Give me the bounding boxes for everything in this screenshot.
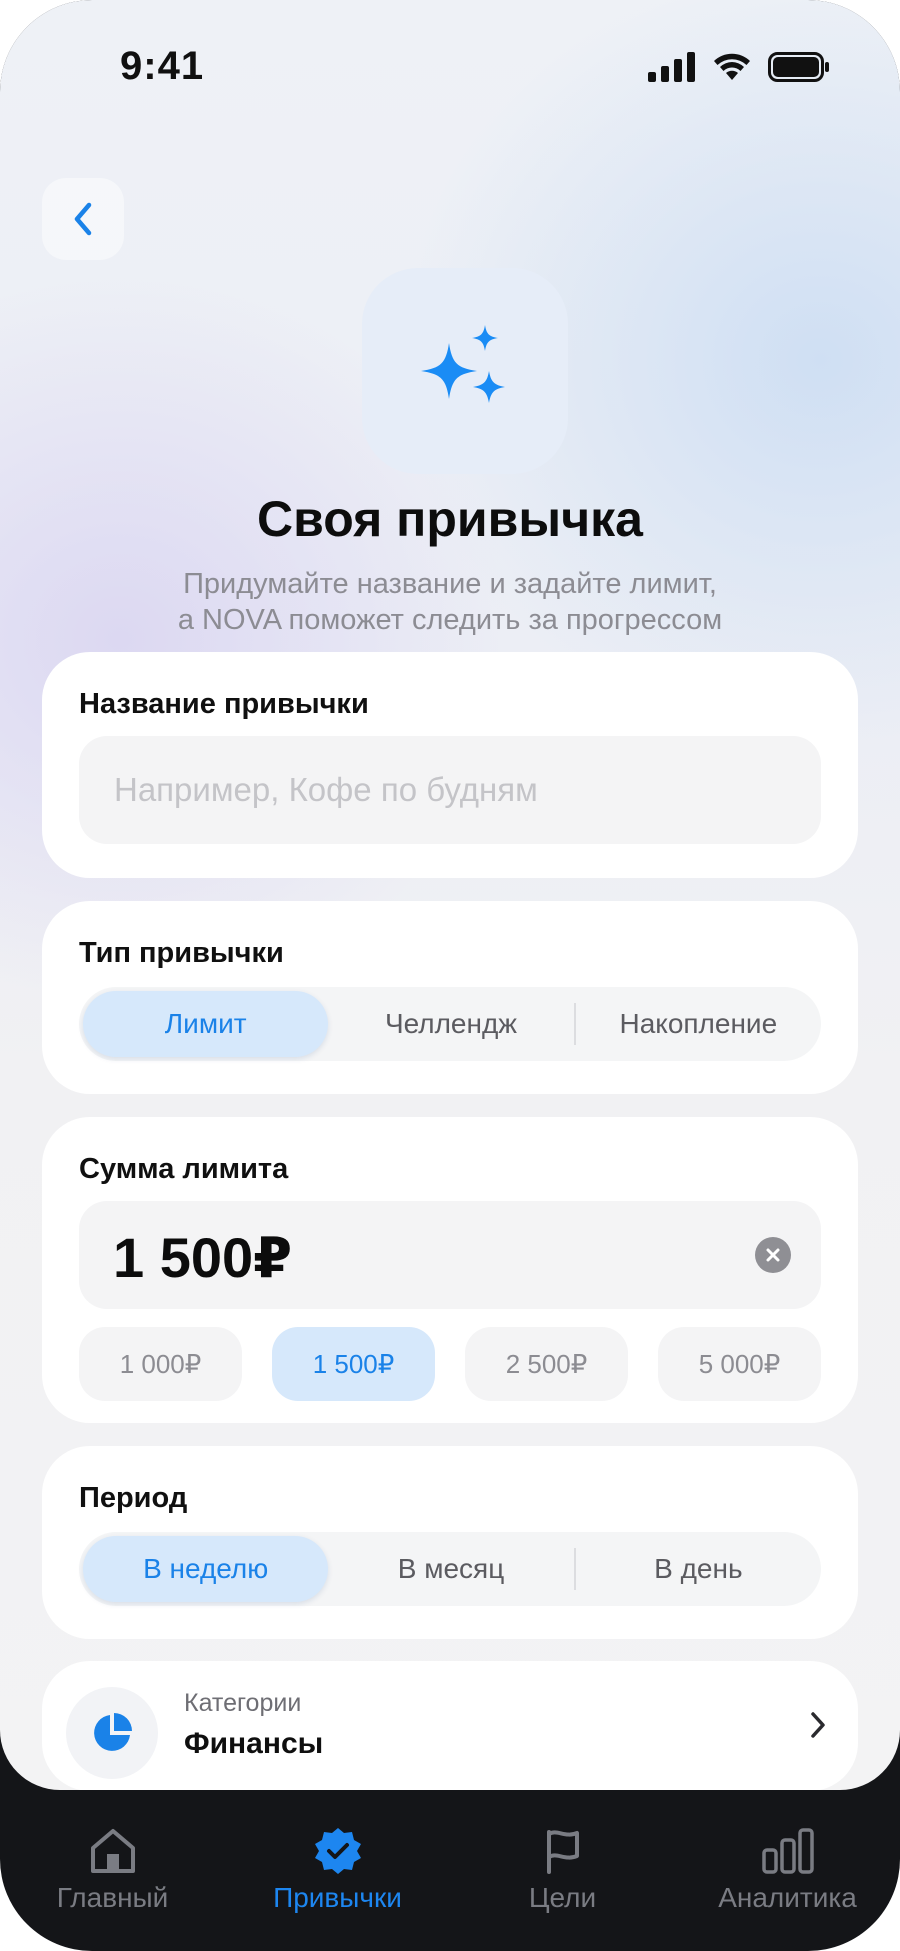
preset-chip[interactable]: 5 000₽ — [658, 1327, 821, 1401]
category-value: Финансы — [184, 1727, 324, 1760]
tab-home-label: Главный — [56, 1882, 169, 1913]
tab-goals-label: Цели — [528, 1882, 597, 1913]
preset-chip-selected[interactable]: 1 500₽ — [272, 1327, 435, 1401]
home-icon — [90, 1829, 135, 1873]
tab-bar: Главный Привычки Цели Аналитика — [0, 1790, 900, 1951]
period-card: Период В неделю В месяц В день — [42, 1446, 858, 1639]
segment-week[interactable]: В неделю — [83, 1536, 329, 1602]
name-label: Название привычки — [79, 688, 369, 720]
category-label: Категории — [184, 1689, 302, 1717]
period-label: Период — [79, 1482, 188, 1514]
tab-habits[interactable]: Привычки — [225, 1790, 450, 1951]
wifi-icon — [714, 53, 750, 80]
phone-frame: 9:41 Своя привычка Придумайте название и… — [0, 0, 900, 1951]
name-card: Название привычки — [42, 652, 858, 878]
page-subtitle: Придумайте название и задайте лимит, а N… — [0, 566, 900, 638]
battery-icon — [768, 52, 829, 82]
preset-chip[interactable]: 1 000₽ — [79, 1327, 242, 1401]
amount-label: Сумма лимита — [79, 1153, 289, 1185]
back-button[interactable] — [42, 178, 124, 260]
subtitle-line-2: а NOVA поможет следить за прогрессом — [177, 604, 723, 636]
segment-month[interactable]: В месяц — [328, 1536, 573, 1602]
clear-button[interactable] — [755, 1237, 791, 1273]
type-card: Тип привычки Лимит Челлендж Накопление — [42, 901, 858, 1094]
habit-icon-tile — [362, 268, 568, 474]
status-icons — [648, 52, 830, 82]
page-title: Своя привычка — [257, 491, 643, 547]
subtitle-line-1: Придумайте название и задайте лимит, — [183, 568, 717, 600]
amount-input[interactable]: 1 500₽ — [79, 1201, 821, 1309]
flag-icon — [546, 1830, 579, 1874]
preset-chip[interactable]: 2 500₽ — [465, 1327, 628, 1401]
pie-chart-icon — [94, 1713, 132, 1751]
habit-name-input[interactable] — [79, 736, 821, 844]
segment-day[interactable]: В день — [576, 1536, 821, 1602]
type-segmented-control: Лимит Челлендж Накопление — [79, 987, 821, 1061]
sparkles-icon — [421, 325, 505, 403]
segment-limit[interactable]: Лимит — [83, 991, 329, 1057]
amount-card: Сумма лимита 1 500₽ 1 000₽ 1 500₽ 2 500₽… — [42, 1117, 858, 1423]
chevron-left-icon — [74, 202, 92, 236]
category-row[interactable]: Категории Финансы — [42, 1661, 858, 1790]
tab-habits-label: Привычки — [273, 1882, 402, 1913]
bar-chart-icon — [761, 1828, 814, 1874]
status-time: 9:41 — [120, 44, 205, 88]
period-segmented-control: В неделю В месяц В день — [79, 1532, 821, 1606]
tab-analytics[interactable]: Аналитика — [675, 1790, 900, 1951]
amount-presets: 1 000₽ 1 500₽ 2 500₽ 5 000₽ — [79, 1327, 821, 1401]
chevron-right-icon — [811, 1712, 825, 1738]
tab-home[interactable]: Главный — [0, 1790, 225, 1951]
verified-badge-icon — [314, 1828, 361, 1874]
category-icon-wrap — [66, 1687, 158, 1779]
type-label: Тип привычки — [79, 937, 284, 969]
signal-icon — [648, 52, 695, 82]
screen: 9:41 Своя привычка Придумайте название и… — [0, 0, 900, 1790]
amount-value: 1 500₽ — [113, 1226, 293, 1289]
close-icon — [766, 1248, 780, 1262]
segment-challenge[interactable]: Челлендж — [328, 991, 573, 1057]
segment-accumulation[interactable]: Накопление — [576, 991, 821, 1057]
tab-analytics-label: Аналитика — [718, 1882, 857, 1913]
tab-goals[interactable]: Цели — [450, 1790, 675, 1951]
